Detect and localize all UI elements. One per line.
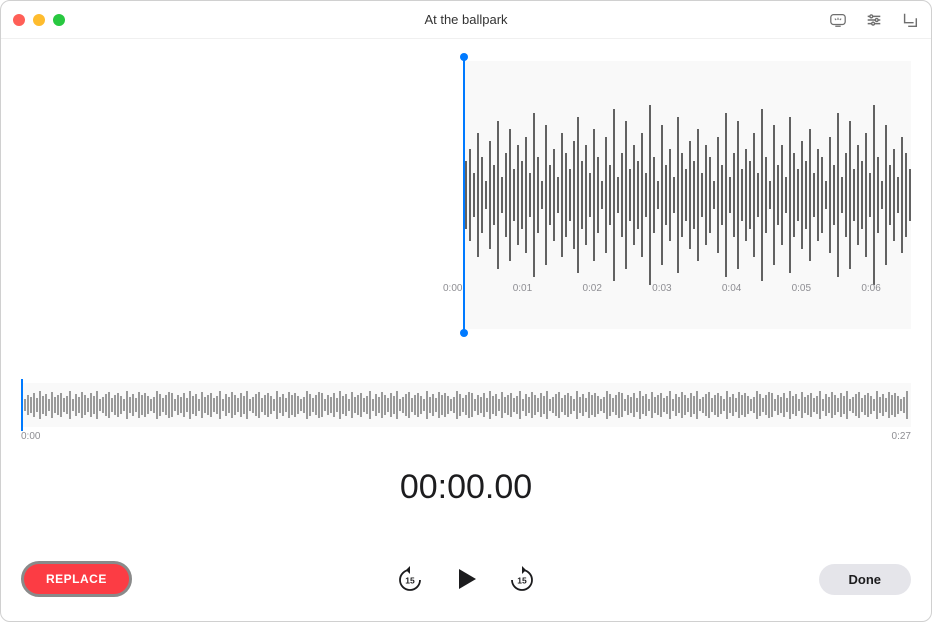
trim-icon[interactable] — [901, 11, 919, 29]
playback-controls: 15 15 — [396, 565, 536, 593]
minimize-window-button[interactable] — [33, 14, 45, 26]
play-icon[interactable] — [452, 565, 480, 593]
ruler-tick: 0:06 — [861, 283, 931, 299]
ruler-tick: 0:05 — [792, 283, 862, 299]
voice-memo-editor-window: At the ballpark — [0, 0, 932, 622]
done-button[interactable]: Done — [819, 564, 912, 595]
skip-back-15-icon[interactable]: 15 — [396, 565, 424, 593]
overview-end-time: 0:27 — [892, 431, 911, 442]
titlebar: At the ballpark — [1, 1, 931, 39]
titlebar-actions — [829, 11, 919, 29]
close-window-button[interactable] — [13, 14, 25, 26]
controls-bar: REPLACE 15 15 — [21, 561, 911, 597]
window-title: At the ballpark — [424, 12, 507, 27]
playhead[interactable] — [463, 57, 465, 333]
overview-waveform[interactable] — [21, 383, 911, 427]
main-time-ruler: 0:00 0:01 0:02 0:03 0:04 0:05 0:06 — [443, 283, 931, 299]
fullscreen-window-button[interactable] — [53, 14, 65, 26]
ruler-tick: 0:01 — [513, 283, 583, 299]
ruler-tick: 0:04 — [722, 283, 792, 299]
skip-forward-15-icon[interactable]: 15 — [508, 565, 536, 593]
ruler-tick: 0:03 — [652, 283, 722, 299]
overview-start-time: 0:00 — [21, 431, 40, 442]
ruler-tick: 0:02 — [582, 283, 652, 299]
svg-text:15: 15 — [517, 576, 527, 586]
overview-times: 0:00 0:27 — [21, 431, 911, 442]
overview-playhead[interactable] — [21, 379, 23, 431]
timer-display: 00:00.00 — [21, 468, 911, 507]
editor-content: 0:00 0:01 0:02 0:03 0:04 0:05 0:06 0:00 … — [1, 61, 931, 507]
svg-text:15: 15 — [405, 576, 415, 586]
ruler-tick: 0:00 — [443, 283, 513, 299]
traffic-lights — [13, 14, 65, 26]
playback-speed-icon[interactable] — [829, 11, 847, 29]
replace-button[interactable]: REPLACE — [21, 561, 132, 597]
settings-icon[interactable] — [865, 11, 883, 29]
